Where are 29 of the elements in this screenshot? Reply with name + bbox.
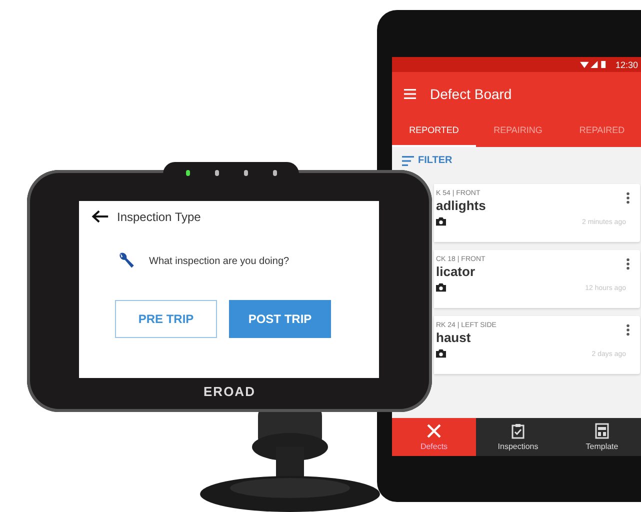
back-arrow-icon[interactable] xyxy=(91,209,109,224)
more-icon[interactable] xyxy=(626,192,630,204)
template-icon xyxy=(594,423,610,439)
nav-item[interactable]: Inspections xyxy=(476,418,560,456)
question-text: What inspection are you doing? xyxy=(149,256,290,266)
screen-title: Inspection Type xyxy=(117,210,201,224)
trip-button[interactable]: PRE TRIP xyxy=(115,300,217,338)
tab[interactable]: REPAIRED xyxy=(560,115,641,147)
tab[interactable]: REPORTED xyxy=(392,115,476,147)
nav-item[interactable]: Template xyxy=(560,418,641,456)
camera-icon xyxy=(436,217,446,226)
brand-logo: EROAD xyxy=(204,384,256,399)
defect-title: adlights xyxy=(436,198,487,213)
camera-icon xyxy=(436,283,446,292)
filter-button[interactable]: FILTER xyxy=(402,153,452,168)
app-title: Defect Board xyxy=(430,86,512,102)
tab[interactable]: REPAIRING xyxy=(476,115,560,147)
wrench-icon xyxy=(117,252,135,270)
menu-icon[interactable] xyxy=(404,88,416,98)
defect-title: licator xyxy=(436,264,476,279)
defect-title: haust xyxy=(436,330,472,345)
clock-time: 12:30 xyxy=(615,60,638,70)
clipboard-icon xyxy=(510,423,526,439)
nav-item[interactable]: Defects xyxy=(392,418,476,456)
filter-icon xyxy=(402,156,414,166)
trip-button[interactable]: POST TRIP xyxy=(229,300,331,338)
more-icon[interactable] xyxy=(626,324,630,336)
more-icon[interactable] xyxy=(626,258,630,270)
camera-icon xyxy=(436,349,446,358)
